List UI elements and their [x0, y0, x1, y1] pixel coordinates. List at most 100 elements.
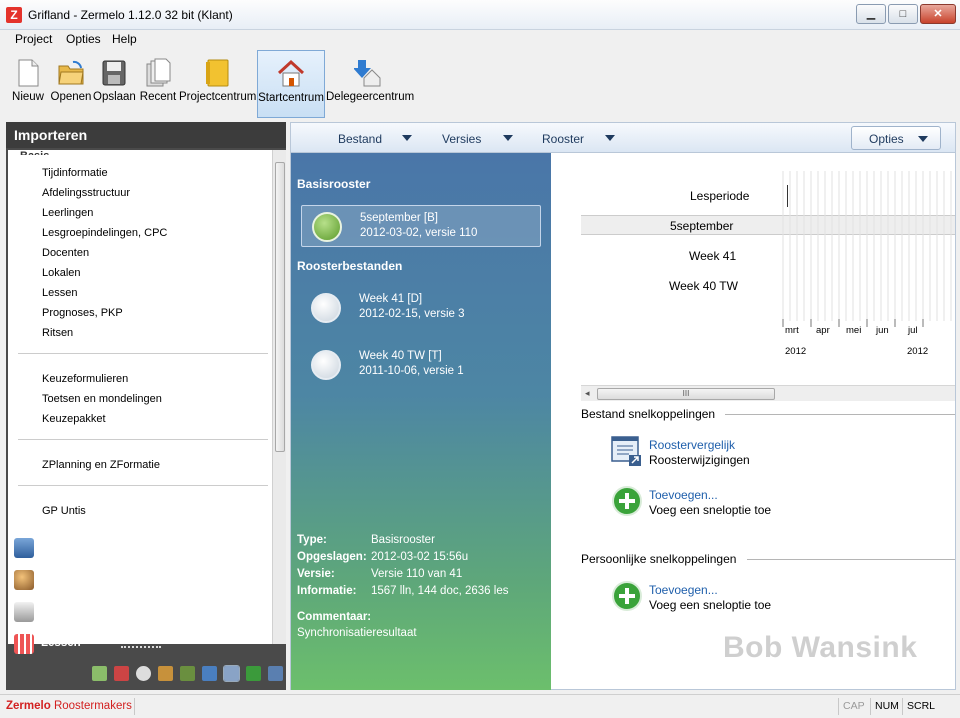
- recent-documents-icon: [146, 58, 171, 87]
- close-button[interactable]: ✕: [920, 4, 956, 24]
- roster-file-item[interactable]: Week 41 [D] 2012-02-15, versie 3: [301, 287, 541, 329]
- nav-docenten[interactable]: Docenten: [10, 598, 280, 626]
- arrow-tool-icon[interactable]: [246, 666, 261, 681]
- open-button[interactable]: Openen: [50, 50, 92, 118]
- window-title: Grifland - Zermelo 1.12.0 32 bit (Klant): [28, 8, 233, 22]
- save-disk-icon: [102, 60, 126, 86]
- info-opgeslagen-value: 2012-03-02 15:56u: [371, 551, 469, 563]
- toevoegen-link[interactable]: Toevoegen...: [649, 488, 718, 502]
- export-icon[interactable]: [158, 666, 173, 681]
- timeline-month: mei: [846, 325, 862, 336]
- add-icon[interactable]: [611, 580, 643, 612]
- scroll-left-icon[interactable]: ◂: [585, 388, 590, 399]
- startcentrum-button[interactable]: Startcentrum: [257, 50, 325, 118]
- timeline-row-label[interactable]: 5september: [670, 219, 733, 233]
- monitor-icon[interactable]: [202, 666, 217, 681]
- basisrooster-card[interactable]: 5september [B] 2012-03-02, versie 110: [301, 205, 541, 247]
- scroll-lock-indicator: SCRL: [902, 698, 938, 715]
- menu-opties[interactable]: Opties: [66, 32, 101, 46]
- list-item[interactable]: GP Untis: [42, 505, 86, 517]
- chevron-down-icon: [918, 136, 928, 142]
- chevron-down-icon[interactable]: [605, 135, 615, 141]
- list-item[interactable]: Tijdinformatie: [42, 167, 108, 179]
- list-item[interactable]: Docenten: [42, 247, 89, 259]
- list-item[interactable]: Lesgroepindelingen, CPC: [42, 227, 167, 239]
- recent-button[interactable]: Recent: [138, 50, 178, 118]
- timeline-row-label[interactable]: Week 40 TW: [669, 279, 738, 293]
- network-icon[interactable]: [223, 665, 240, 682]
- roster-file-item[interactable]: Week 40 TW [T] 2011-10-06, versie 1: [301, 344, 541, 386]
- toevoegen-link[interactable]: Toevoegen...: [649, 583, 718, 597]
- compare-document-icon[interactable]: [611, 435, 643, 467]
- roster-panel: Basisrooster 5september [B] 2012-03-02, …: [291, 153, 551, 690]
- roostervergelijk-link[interactable]: Roostervergelijk: [649, 438, 735, 452]
- list-item[interactable]: Toetsen en mondelingen: [42, 393, 162, 405]
- scrollbar-thumb[interactable]: [275, 162, 285, 452]
- schedule-file-icon: [311, 293, 341, 323]
- toevoegen-desc: Voeg een sneloptie toe: [649, 598, 772, 612]
- import-panel-header: Importeren: [6, 122, 286, 148]
- save-button[interactable]: Opslaan: [93, 50, 136, 118]
- scrollbar-thumb[interactable]: III: [597, 388, 775, 400]
- chevron-down-icon[interactable]: [402, 135, 412, 141]
- nav-leerlingen[interactable]: Leerlingen: [10, 566, 280, 594]
- projectcentrum-button[interactable]: Projectcentrum: [179, 50, 256, 118]
- list-item[interactable]: Keuzeformulieren: [42, 373, 128, 385]
- menu-bestand[interactable]: Bestand: [338, 132, 382, 146]
- list-item[interactable]: Prognoses, PKP: [42, 307, 123, 319]
- school-building-icon: [14, 538, 34, 558]
- zermelo-app-icon[interactable]: Z: [6, 7, 22, 23]
- timeline-month: apr: [816, 325, 830, 336]
- timeline-scrollbar[interactable]: ◂ III: [581, 385, 955, 401]
- info-commentaar-value: Synchronisatieresultaat: [297, 627, 417, 639]
- chart-icon[interactable]: [180, 666, 195, 681]
- check-list-icon[interactable]: [92, 666, 107, 681]
- info-type-value: Basisrooster: [371, 534, 435, 546]
- menu-help[interactable]: Help: [112, 32, 137, 46]
- caps-lock-indicator: CAP: [838, 698, 868, 715]
- minimize-button[interactable]: ▁: [856, 4, 886, 24]
- lessons-calendar-icon: [14, 634, 34, 654]
- left-panel: Importeren Basis Tijdinformatie Afdeling…: [6, 122, 286, 690]
- delegeercentrum-button[interactable]: Delegeercentrum: [326, 50, 414, 118]
- list-item[interactable]: Lokalen: [42, 267, 81, 279]
- nav-lessen[interactable]: Lessen: [10, 630, 280, 658]
- tree-icon[interactable]: [268, 666, 283, 681]
- timeline-row-label: Lesperiode: [690, 189, 750, 203]
- status-bar: Zermelo Roostermakers CAP NUM SCRL: [0, 694, 960, 718]
- info-informatie-label: Informatie:: [297, 585, 357, 597]
- teacher-card-icon: [14, 602, 34, 622]
- chevron-down-icon[interactable]: [503, 135, 513, 141]
- list-item[interactable]: ZPlanning en ZFormatie: [42, 459, 160, 471]
- menu-rooster[interactable]: Rooster: [542, 132, 584, 146]
- nav-schoolstructuur[interactable]: Schoolstructuur: [10, 534, 280, 562]
- timeline-grid: [782, 171, 952, 327]
- new-button[interactable]: Nieuw: [8, 50, 48, 118]
- list-item[interactable]: Lessen: [42, 287, 77, 299]
- maximize-button[interactable]: □: [888, 4, 918, 24]
- persoonlijke-snelkoppelingen-title: Persoonlijke snelkoppelingen: [581, 552, 737, 566]
- report-icon[interactable]: [114, 666, 129, 681]
- opties-button[interactable]: Opties: [851, 126, 941, 150]
- project-folder-icon: [206, 59, 229, 87]
- add-icon[interactable]: [611, 485, 643, 517]
- timeline-year: 2012: [785, 346, 807, 357]
- list-item[interactable]: Afdelingsstructuur: [42, 187, 130, 199]
- basisrooster-title: Basisrooster: [297, 177, 371, 191]
- group-heading-basis: Basis: [20, 150, 70, 155]
- timeline-row-label[interactable]: Week 41: [689, 249, 736, 263]
- list-item[interactable]: Leerlingen: [42, 207, 93, 219]
- menu-project[interactable]: Project: [15, 32, 52, 46]
- timeline-year: 2012: [907, 346, 929, 357]
- menu-bar: Project Opties Help: [0, 30, 960, 48]
- double-chevron-down-icon: [312, 212, 342, 242]
- list-item[interactable]: Keuzepakket: [42, 413, 106, 425]
- group-divider: [18, 439, 268, 440]
- status-divider: [134, 698, 135, 715]
- list-item[interactable]: Ritsen: [42, 327, 73, 339]
- info-type-label: Type:: [297, 534, 327, 546]
- info-informatie-value: 1567 lln, 144 doc, 2636 les: [371, 585, 509, 597]
- menu-versies[interactable]: Versies: [442, 132, 481, 146]
- clock-icon[interactable]: [136, 666, 151, 681]
- timeline-month: jun: [876, 325, 889, 336]
